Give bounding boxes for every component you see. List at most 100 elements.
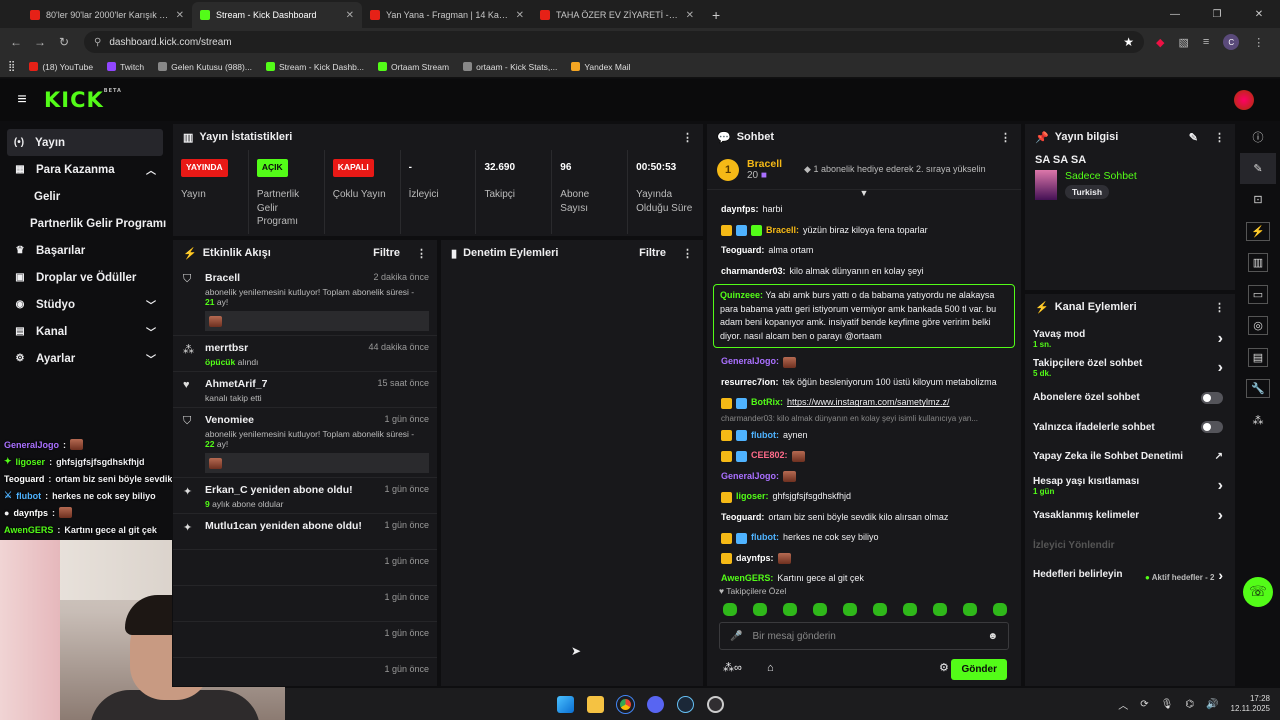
bookmark-item[interactable]: Ortaam Stream (377, 62, 449, 72)
channel-action-item[interactable]: Yasaklanmış kelimeler › (1025, 501, 1235, 531)
chrome-icon[interactable] (616, 694, 635, 714)
emote-icon[interactable] (933, 603, 947, 616)
back-icon[interactable]: ← (4, 35, 28, 49)
file-explorer-icon[interactable] (587, 695, 604, 713)
broadcast-panel-icon[interactable]: ◎ (1236, 310, 1280, 342)
reload-icon[interactable]: ↻ (52, 35, 76, 49)
mic-tray-icon[interactable]: 🎙 (1161, 699, 1174, 710)
chat-username[interactable]: daynfps: (721, 204, 759, 216)
tray-chevron-icon[interactable]: ︿ (1118, 697, 1128, 712)
sidebar-item-kanal[interactable]: ▤ Kanal ﹀ (0, 318, 170, 345)
kebab-menu-icon[interactable]: ⋮ (416, 247, 427, 260)
activity-item[interactable]: ⁂ merrtbsr 44 dakika önce öpücük alındı (173, 336, 437, 372)
chat-username[interactable]: flubot: (751, 532, 779, 544)
points-icon[interactable]: ⁂∞ (723, 661, 742, 674)
chat-username[interactable]: Teoguard: (721, 512, 764, 524)
site-info-icon[interactable]: ⚲ (94, 37, 101, 48)
points-panel-icon[interactable]: ⁂ (1236, 405, 1280, 437)
tab-close-icon[interactable]: ✕ (686, 10, 694, 21)
tab-close-icon[interactable]: ✕ (346, 10, 354, 21)
network-icon[interactable]: ⌬ (1185, 699, 1194, 710)
emote-icon[interactable] (813, 603, 827, 616)
obs-icon[interactable] (707, 695, 724, 713)
tray-sync-icon[interactable]: ⟳ (1140, 699, 1148, 710)
bookmark-item[interactable]: (18) YouTube (29, 62, 93, 72)
category-name[interactable]: Sadece Sohbet (1065, 170, 1137, 182)
url-bar[interactable]: ⚲ dashboard.kick.com/stream ★ (84, 31, 1144, 53)
bookmark-item[interactable]: ortaam - Kick Stats,... (463, 62, 557, 72)
kebab-menu-icon[interactable]: ⋮ (682, 247, 693, 260)
toggle-switch[interactable] (1201, 421, 1223, 434)
minimize-icon[interactable]: — (1154, 9, 1196, 20)
browser-tab[interactable]: TAHA ÖZER EV ZİYARETİ - YouT ✕ (532, 2, 702, 28)
chat-text[interactable]: https://www.instagram.com/sametylmz.z/ (787, 397, 950, 409)
sidebar-item-ayarlar[interactable]: ⚙ Ayarlar ﹀ (0, 345, 170, 372)
hamburger-menu-icon[interactable]: ≡ (0, 91, 44, 109)
user-avatar[interactable] (1234, 90, 1254, 110)
activity-item[interactable]: ⛉ Venomiee 1 gün önce abonelik yenilemesini… (173, 408, 437, 478)
toggle-switch[interactable] (1201, 391, 1223, 404)
maximize-icon[interactable]: ❐ (1196, 9, 1238, 20)
chat-username[interactable]: AwenGERS: (721, 573, 773, 585)
bookmark-item[interactable]: Yandex Mail (571, 62, 631, 72)
emote-icon[interactable] (873, 603, 887, 616)
sidebar-item-yayin[interactable]: (•) Yayın (7, 129, 163, 156)
chat-username[interactable]: GeneralJogo: (721, 356, 779, 368)
chat-username[interactable]: ligoser: (736, 491, 769, 503)
kebab-menu-icon[interactable]: ⋮ (682, 131, 693, 144)
emote-icon[interactable] (963, 603, 977, 616)
sidebar-item-partnerlik[interactable]: Partnerlik Gelir Programı (0, 210, 170, 237)
sidebar-item-gelir[interactable]: Gelir (0, 183, 170, 210)
kebab-menu-icon[interactable]: ⋮ (1214, 301, 1225, 314)
chat-username[interactable]: CEE802: (751, 450, 788, 462)
volume-icon[interactable]: 🔊 (1206, 699, 1218, 710)
chat-username[interactable]: GeneralJogo: (721, 471, 779, 483)
bookmark-item[interactable]: Twitch (107, 62, 144, 72)
chat-panel-icon[interactable]: ▭ (1236, 279, 1280, 311)
edit-layout-icon[interactable]: ✎ (1240, 152, 1276, 184)
profile-avatar[interactable]: C (1223, 34, 1240, 50)
activity-item[interactable]: ✦ Mutlu1can yeniden abone oldu! 1 gün önce (173, 514, 437, 550)
kick-logo[interactable]: KICKBETA (44, 88, 122, 112)
puzzle-icon[interactable]: ▧ (1178, 36, 1188, 49)
close-window-icon[interactable]: ✕ (1238, 9, 1280, 20)
reply-preview[interactable]: charmander03: kilo almak dünyanın en kol… (721, 414, 1013, 426)
sidebar-item-studyo[interactable]: ◉ Stüdyo ﹀ (0, 291, 170, 318)
browser-tab[interactable]: 80'ler 90'lar 2000'ler Karışık Tür ✕ (22, 2, 192, 28)
sidebar-item-para-kazanma[interactable]: ▦ Para Kazanma ︿ (0, 156, 170, 183)
channel-action-item[interactable]: Yavaş mod 1 sn. › (1025, 324, 1235, 354)
chat-username[interactable]: Bracell: (766, 225, 799, 237)
steam-icon[interactable] (677, 695, 694, 713)
discord-icon[interactable] (647, 695, 664, 713)
channel-action-item[interactable]: Yapay Zeka ile Sohbet Denetimi ↗ (1025, 442, 1235, 472)
filter-button[interactable]: Filtre (373, 247, 400, 259)
activity-item[interactable]: ⛉ Bracell 2 dakika önce abonelik yenilemesi… (173, 266, 437, 336)
tools-panel-icon[interactable]: 🔧 (1236, 373, 1280, 405)
system-clock[interactable]: 17:28 12.11.2025 (1231, 694, 1270, 715)
tab-search-icon[interactable]: ≡ (1203, 36, 1209, 48)
chat-username[interactable]: resurrec7ion: (721, 377, 779, 389)
support-icon[interactable]: ☏ (1236, 576, 1280, 608)
gift-leaderboard[interactable]: 1 Bracell 20 ■ ◆ 1 abonelik hediye edere… (707, 150, 1021, 190)
microphone-icon[interactable]: 🎤 (730, 631, 742, 642)
emote-icon[interactable] (783, 603, 797, 616)
layout-panel-icon[interactable]: ▤ (1236, 342, 1280, 374)
activity-item[interactable]: 1 gün önce (173, 586, 437, 622)
sidebar-item-basarilar[interactable]: ♛ Başarılar (0, 237, 170, 264)
tab-close-icon[interactable]: ✕ (516, 10, 524, 21)
chat-username[interactable]: flubot: (751, 430, 779, 442)
channel-action-item[interactable]: Takipçilere özel sohbet 5 dk. › (1025, 354, 1235, 384)
channel-action-item[interactable]: Yalnızca ifadelerle sohbet (1025, 413, 1235, 443)
emote-icon[interactable] (723, 603, 737, 616)
pinned-collapse-icon[interactable]: ▼ (707, 189, 1021, 198)
edit-icon[interactable]: ✎ (1189, 131, 1198, 144)
store-icon[interactable]: ⌂ (767, 662, 774, 674)
apps-icon[interactable]: ⣿ (8, 61, 15, 72)
emote-icon[interactable] (993, 603, 1007, 616)
sidebar-item-droplar[interactable]: ▣ Droplar ve Ödüller (0, 264, 170, 291)
bookmark-item[interactable]: Stream - Kick Dashb... (265, 62, 364, 72)
emote-icon[interactable] (903, 603, 917, 616)
forward-icon[interactable]: → (28, 35, 52, 49)
tab-close-icon[interactable]: ✕ (176, 10, 184, 21)
new-tab-button[interactable]: + (702, 7, 730, 28)
